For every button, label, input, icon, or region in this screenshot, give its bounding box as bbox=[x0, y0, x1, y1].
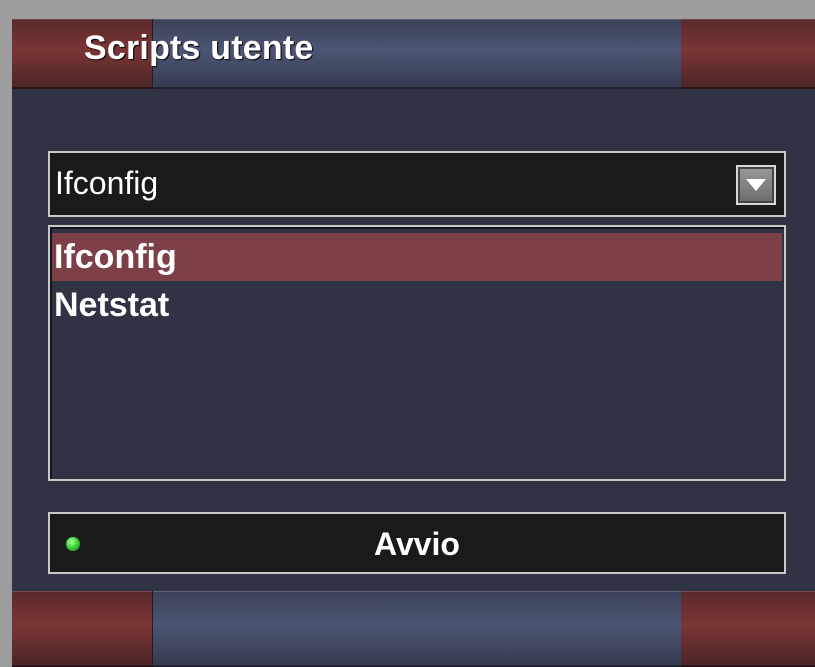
top-bar: Scripts utente bbox=[12, 19, 815, 89]
bottom-bar bbox=[12, 591, 815, 667]
user-scripts-dialog: Scripts utente Ifconfig Ifconfig Netstat… bbox=[12, 19, 815, 667]
script-select-dropdown[interactable]: Ifconfig bbox=[48, 151, 786, 217]
bottom-bar-right-segment bbox=[681, 591, 815, 667]
list-item-netstat[interactable]: Netstat bbox=[52, 281, 782, 329]
chevron-down-icon[interactable] bbox=[736, 165, 776, 205]
start-button-label: Avvio bbox=[374, 526, 460, 562]
bottom-bar-center-segment bbox=[152, 591, 682, 667]
top-bar-right-segment bbox=[681, 19, 815, 89]
selected-script-value: Ifconfig bbox=[55, 165, 159, 201]
bottom-bar-left-segment bbox=[12, 591, 152, 667]
script-list[interactable]: Ifconfig Netstat bbox=[48, 225, 786, 481]
start-button[interactable]: Avvio bbox=[48, 512, 786, 574]
list-item-ifconfig[interactable]: Ifconfig bbox=[52, 233, 782, 281]
dialog-title: Scripts utente bbox=[84, 29, 314, 67]
